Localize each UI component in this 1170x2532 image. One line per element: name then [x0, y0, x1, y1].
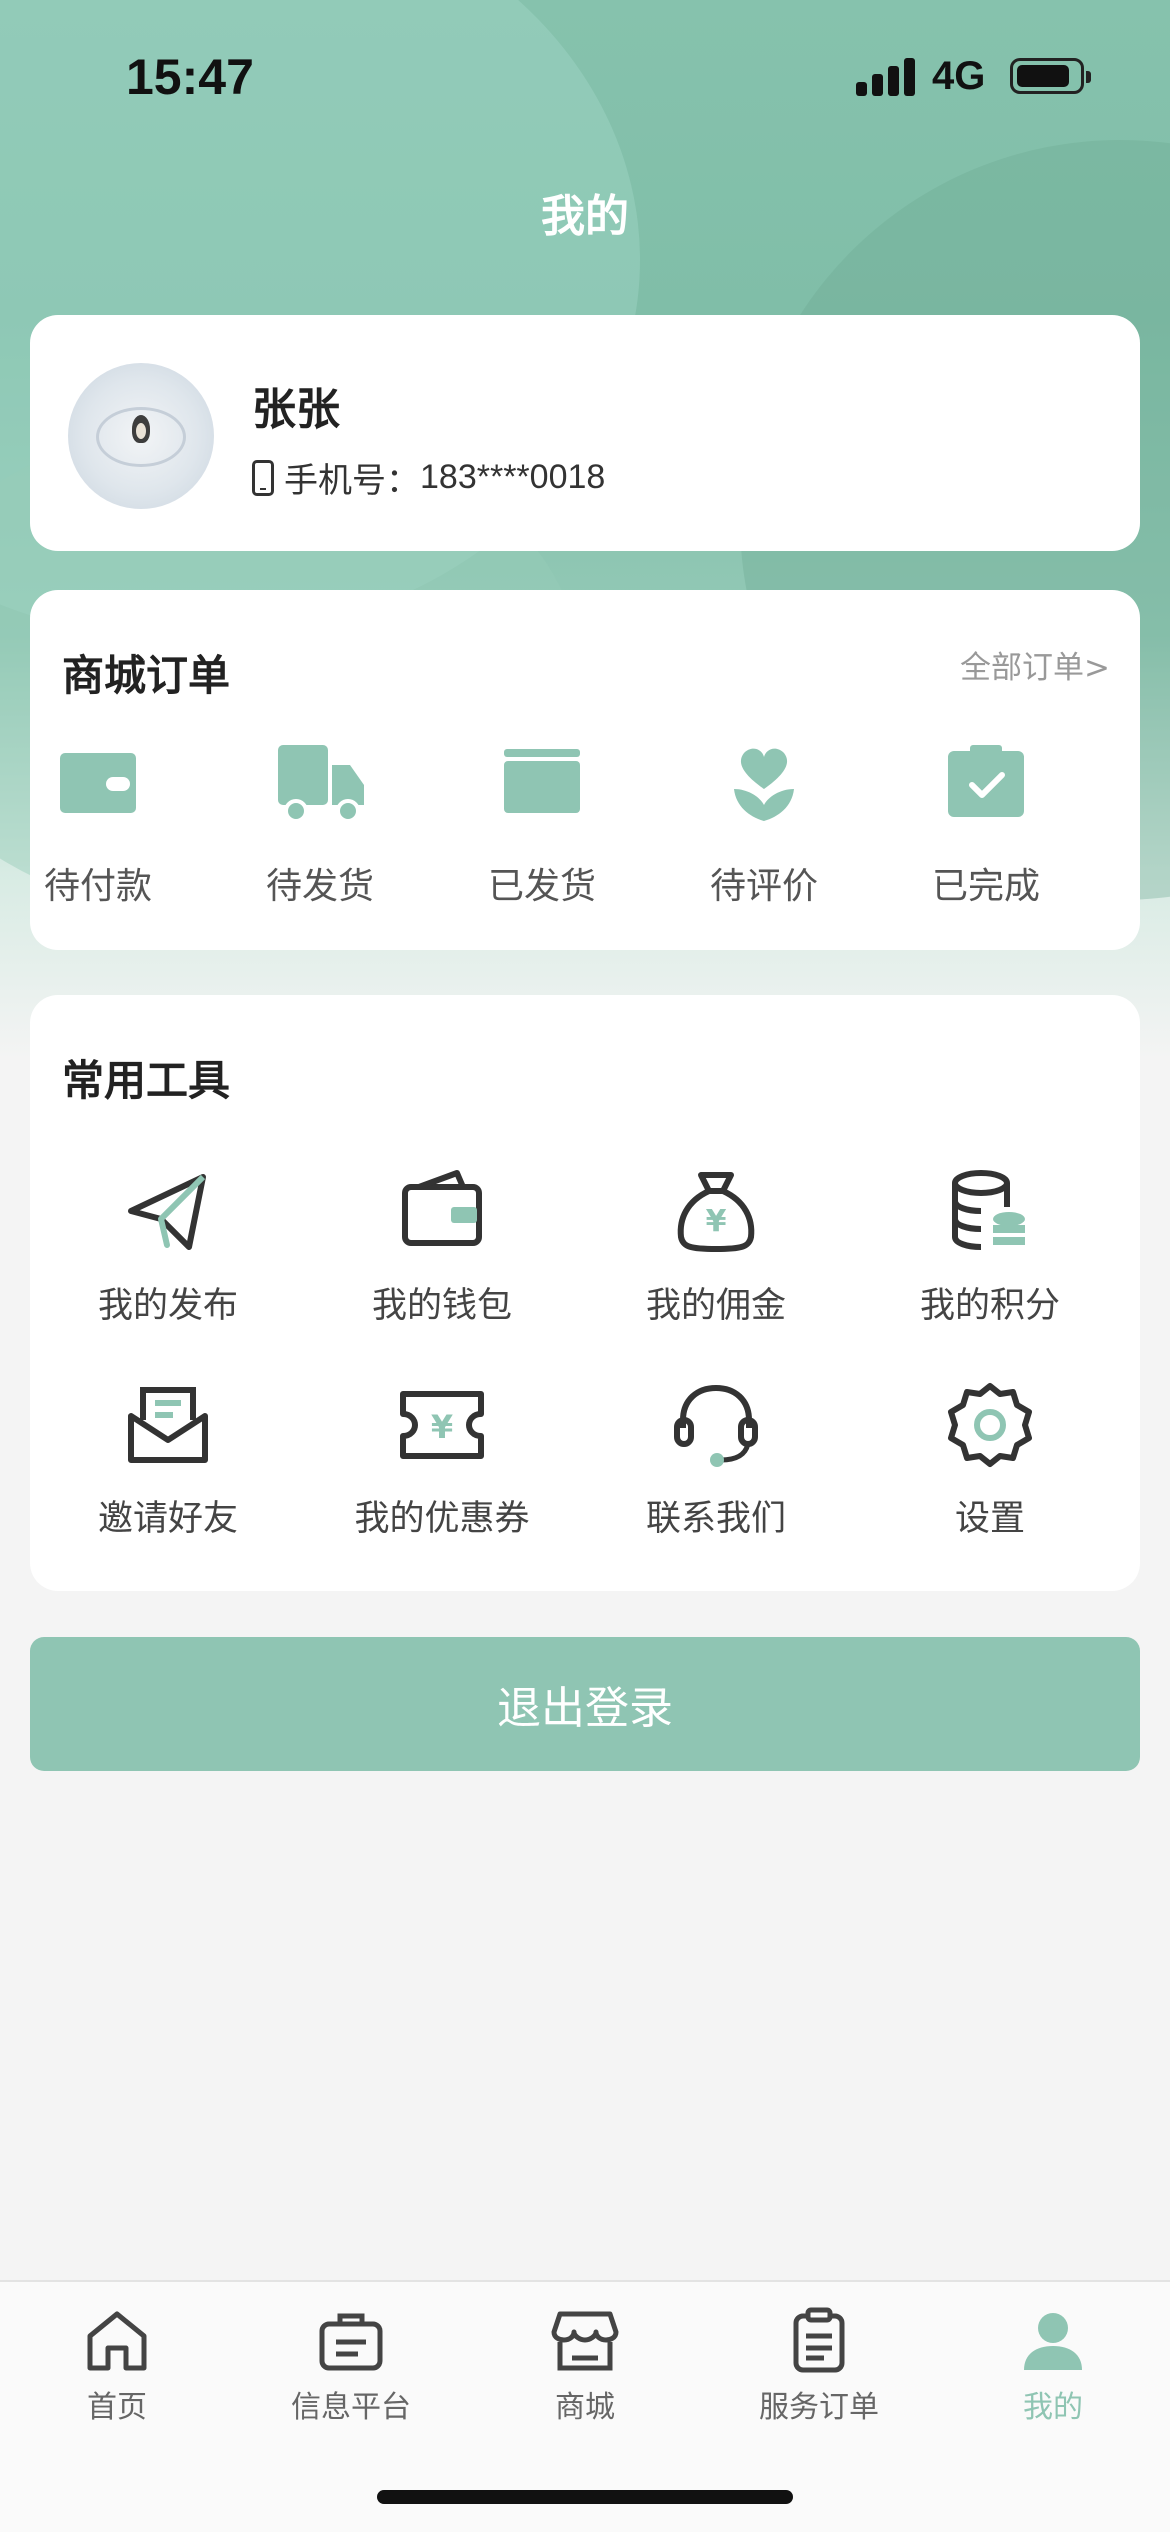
coupon-icon: ¥ [400, 1391, 484, 1459]
clipboard-check-icon [886, 745, 1086, 825]
phone-number: 183****0018 [420, 458, 606, 496]
tools-card: 常用工具 我的发布 我的钱包 ¥ 我的佣金 我的积分 邀请好友 ¥ 我的优惠券 … [30, 995, 1140, 1591]
order-label: 待评价 [709, 866, 818, 907]
tool-label: 我的发布 [97, 1286, 238, 1326]
order-pending-shipment[interactable]: 待发货 [220, 745, 420, 909]
truck-icon [220, 745, 420, 825]
tool-label: 邀请好友 [97, 1499, 238, 1539]
home-indicator [377, 2490, 793, 2504]
tab-label: 我的 [1023, 2390, 1083, 2425]
order-label: 已发货 [487, 866, 596, 907]
network-label: 4G [932, 54, 986, 98]
home-icon [87, 2311, 147, 2371]
order-shipped[interactable]: 已发货 [442, 745, 642, 909]
tool-label: 我的优惠券 [354, 1499, 530, 1539]
heart-flower-icon [664, 745, 864, 825]
clipboard-icon [793, 2307, 845, 2373]
order-label: 已完成 [931, 866, 1040, 907]
coins-icon [952, 1170, 1025, 1250]
svg-text:¥: ¥ [706, 1204, 727, 1239]
gear-icon [948, 1383, 1032, 1467]
orders-title: 商城订单 [62, 651, 231, 700]
headset-icon [674, 1384, 758, 1467]
tab-label: 首页 [87, 2390, 147, 2425]
svg-text:¥: ¥ [431, 1408, 453, 1446]
tab-label: 信息平台 [291, 2390, 411, 2425]
tools-title: 常用工具 [62, 1056, 231, 1105]
tool-label: 我的积分 [919, 1286, 1060, 1326]
box-icon [442, 745, 642, 825]
tool-settings[interactable]: 设置 [870, 1380, 1110, 1541]
user-name: 张张 [252, 384, 340, 435]
order-pending-payment[interactable]: 待付款 [0, 745, 198, 909]
phone-row: 手机号： 183****0018 [252, 453, 605, 502]
tool-my-commission[interactable]: ¥ 我的佣金 [596, 1167, 836, 1328]
tab-home[interactable]: 首页 [0, 2306, 234, 2426]
phone-label: 手机号： [284, 461, 420, 501]
tool-my-points[interactable]: 我的积分 [870, 1167, 1110, 1328]
wallet-icon [0, 745, 198, 825]
tool-invite-friends[interactable]: 邀请好友 [48, 1380, 288, 1541]
tab-info-platform[interactable]: 信息平台 [234, 2306, 468, 2426]
tool-label: 我的佣金 [645, 1286, 786, 1326]
briefcase-icon [319, 2313, 383, 2371]
order-completed[interactable]: 已完成 [886, 745, 1086, 909]
tool-label: 联系我们 [645, 1499, 786, 1539]
tool-my-wallet[interactable]: 我的钱包 [322, 1167, 562, 1328]
logout-button[interactable]: 退出登录 [30, 1637, 1140, 1771]
tab-label: 服务订单 [759, 2390, 879, 2425]
tab-label: 商城 [555, 2390, 615, 2425]
avatar[interactable] [68, 363, 214, 509]
store-icon [551, 2311, 619, 2371]
order-label: 待付款 [43, 866, 152, 907]
tab-store[interactable]: 商城 [468, 2306, 702, 2426]
order-pending-review[interactable]: 待评价 [664, 745, 864, 909]
tool-my-coupons[interactable]: ¥ 我的优惠券 [322, 1380, 562, 1541]
tab-mine[interactable]: 我的 [936, 2306, 1170, 2426]
user-icon [1024, 2313, 1082, 2370]
battery-icon [1010, 58, 1091, 94]
signal-icon [856, 56, 916, 96]
tool-contact-us[interactable]: 联系我们 [596, 1380, 836, 1541]
page-title: 我的 [541, 191, 629, 242]
tool-label: 我的钱包 [371, 1286, 512, 1326]
orders-card: 商城订单 全部订单> 待付款 待发货 已发货 待评价 已完成 [30, 590, 1140, 950]
paper-plane-icon [128, 1174, 206, 1250]
wallet-icon [402, 1170, 482, 1246]
money-bag-icon: ¥ [677, 1172, 755, 1253]
status-time: 15:47 [126, 49, 254, 105]
phone-icon [252, 459, 274, 496]
profile-card[interactable]: 张张 手机号： 183****0018 [30, 315, 1140, 551]
all-orders-link[interactable]: 全部订单> [960, 642, 1110, 687]
tab-service-orders[interactable]: 服务订单 [702, 2306, 936, 2426]
envelope-icon [128, 1387, 208, 1463]
tool-label: 设置 [954, 1499, 1025, 1539]
order-label: 待发货 [265, 866, 374, 907]
tool-my-posts[interactable]: 我的发布 [48, 1167, 288, 1328]
